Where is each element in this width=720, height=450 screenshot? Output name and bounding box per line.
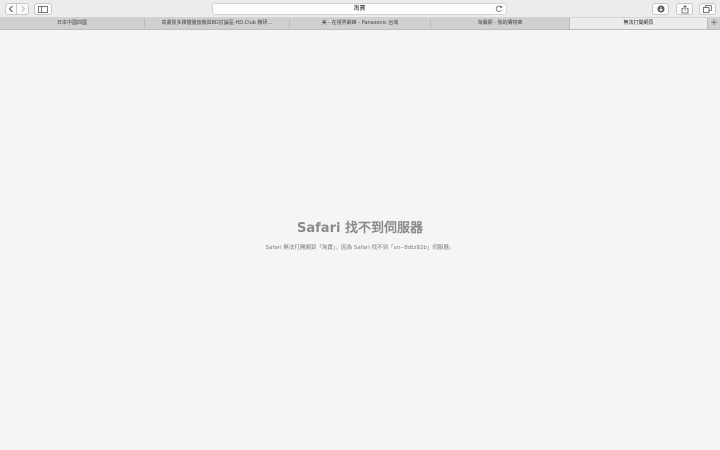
share-button[interactable] [676, 3, 693, 15]
address-bar[interactable]: 淘寶 [212, 3, 507, 15]
tab-japan-china-shikoku[interactable]: 日本中國四國 [0, 18, 145, 29]
tab-bar: 日本中國四國 高畫質多媒體播放機與BD討論區-HD.Club 精研… 美 - 在… [0, 18, 720, 30]
forward-button[interactable] [17, 3, 29, 15]
tab-overview-button[interactable] [699, 3, 716, 15]
downloads-button[interactable] [652, 3, 669, 15]
tab-hd-club-forum[interactable]: 高畫質多媒體播放機與BD討論區-HD.Club 精研… [145, 18, 290, 29]
chevron-left-icon [8, 5, 13, 13]
sidebar-icon [38, 5, 48, 13]
reload-icon[interactable] [495, 5, 503, 13]
tab-overview-icon [703, 5, 712, 13]
new-tab-button[interactable]: + [708, 18, 720, 29]
tab-cannot-open-page[interactable]: 無法打開網頁 [570, 18, 708, 29]
download-icon [657, 5, 664, 13]
error-message: Safari 無法打開網頁「淘寶」，因為 Safari 找不到「xn--8dtz… [265, 245, 455, 251]
browser-toolbar: 淘寶 [0, 0, 720, 18]
sidebar-button[interactable] [34, 3, 52, 15]
share-icon [681, 4, 688, 13]
error-title: Safari 找不到伺服器 [297, 221, 423, 236]
address-text: 淘寶 [353, 5, 366, 12]
tab-taobao-cart[interactable]: 淘寶網 - 我的購物車 [431, 18, 570, 29]
tab-panasonic-taiwan[interactable]: 美 - 在視界巔峰 - Panasonic 台灣 [290, 18, 431, 29]
chevron-right-icon [20, 5, 25, 13]
back-button[interactable] [5, 3, 17, 15]
